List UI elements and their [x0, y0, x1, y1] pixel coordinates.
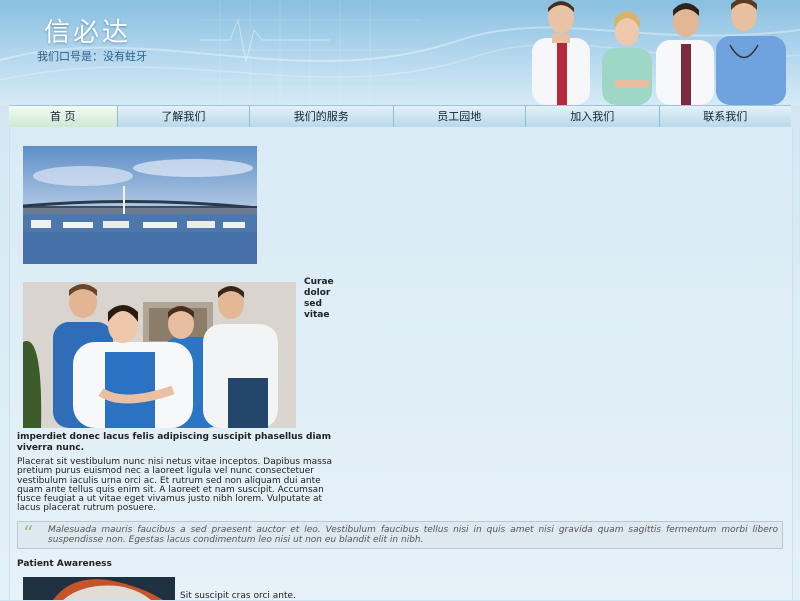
quote-text: Malesuada mauris faucibus a sed praesent…: [48, 525, 778, 545]
anatomy-image: [23, 577, 175, 600]
quote-box: “ Malesuada mauris faucibus a sed praese…: [17, 521, 783, 549]
medical-team-image: [23, 282, 296, 428]
side-text: Curae dolor sed vitae: [304, 277, 334, 320]
nav-item-about[interactable]: 了解我们: [118, 106, 251, 127]
intro-heading: imperdiet donec lacus felis adipiscing s…: [17, 432, 332, 453]
nav-item-services[interactable]: 我们的服务: [250, 106, 394, 127]
quote-mark-icon: “: [23, 521, 34, 545]
nav-item-contact[interactable]: 联系我们: [660, 106, 792, 127]
main-content: Curae dolor sed vitae imperdiet donec la…: [9, 127, 793, 601]
nav-item-staff[interactable]: 员工园地: [394, 106, 527, 127]
harbor-bridge-image: [23, 146, 257, 264]
site-title: 信必达: [44, 18, 132, 48]
section-title-patient-awareness: Patient Awareness: [17, 559, 112, 569]
nav-item-join[interactable]: 加入我们: [526, 106, 660, 127]
intro-paragraph: Placerat sit vestibulum nunc nisi netus …: [17, 457, 333, 514]
site-header: 信必达 我们口号是：没有蛀牙: [0, 0, 800, 105]
nav-item-home[interactable]: 首 页: [9, 106, 118, 127]
main-navigation: 首 页 了解我们 我们的服务 员工园地 加入我们 联系我们: [9, 105, 791, 128]
doctors-banner-image: [532, 0, 786, 105]
site-slogan: 我们口号是：没有蛀牙: [37, 50, 147, 63]
